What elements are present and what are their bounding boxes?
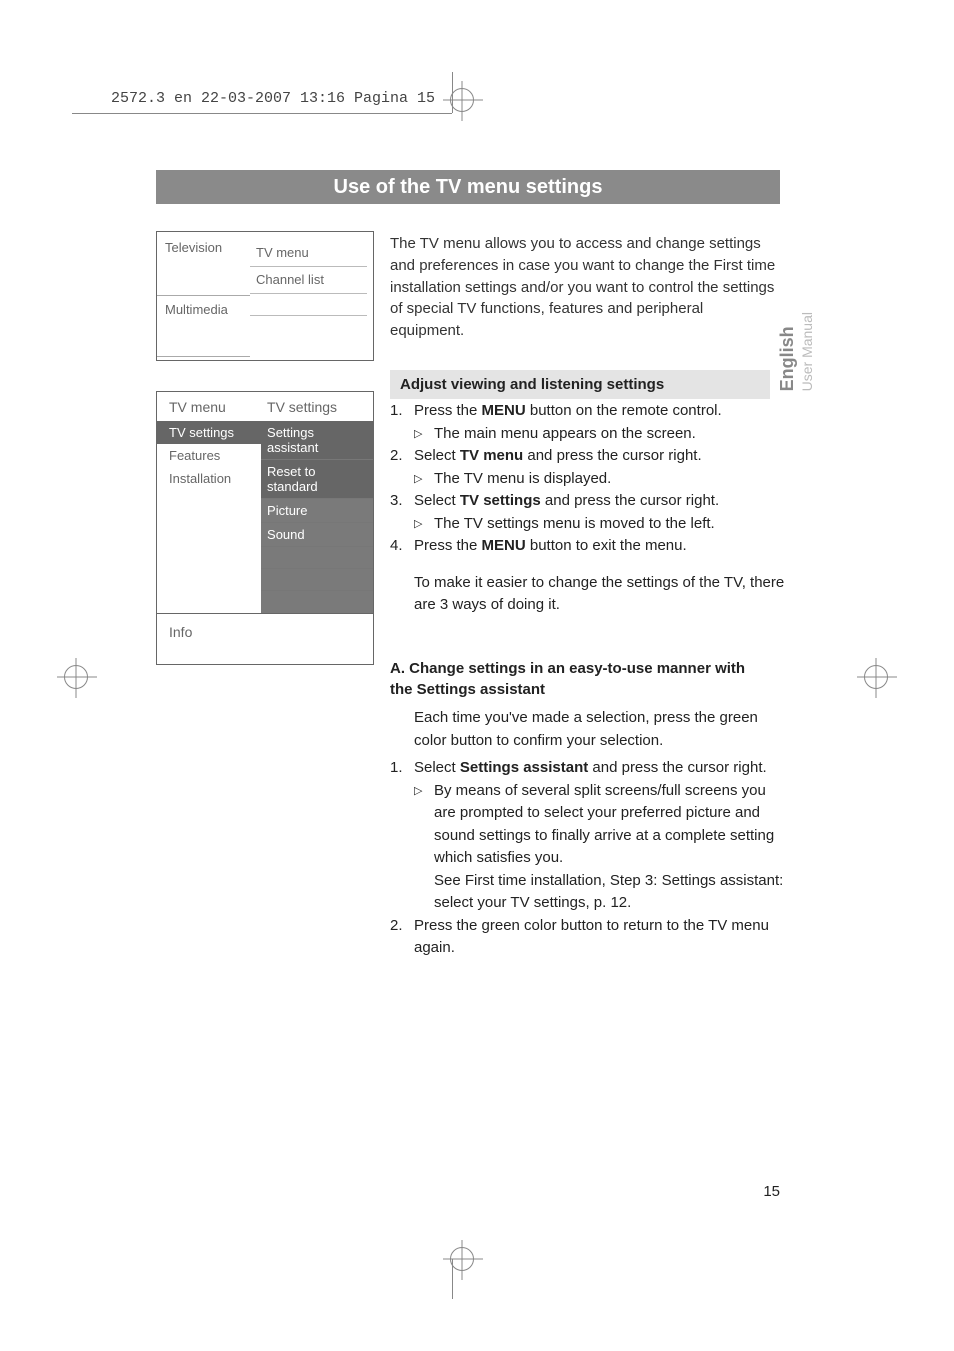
registration-mark-icon	[64, 665, 88, 689]
page-title-bar: Use of the TV menu settings	[156, 170, 780, 204]
menu2-right-header: TV settings	[261, 392, 373, 421]
registration-mark-icon	[450, 88, 474, 112]
crop-mark	[72, 113, 452, 114]
section-a-header: A. Change settings in an easy-to-use man…	[390, 658, 760, 700]
menu1-left-1: Multimedia	[157, 295, 250, 357]
menu2-left-1: Features	[157, 444, 261, 467]
section-a-intro: Each time you've made a selection, press…	[414, 707, 764, 752]
registration-mark-icon	[450, 1247, 474, 1271]
registration-mark-icon	[864, 665, 888, 689]
menu2-left-0: TV settings	[157, 421, 261, 444]
print-header: 2572.3 en 22-03-2007 13:16 Pagina 15	[111, 90, 435, 107]
menu1-blank	[250, 294, 367, 316]
menu1-right-0: TV menu	[250, 240, 367, 267]
tv-menu-illustration-2: TV menu TV settings Features Installatio…	[156, 391, 374, 665]
page-title: Use of the TV menu settings	[334, 176, 603, 199]
menu2-right-3: Sound	[261, 523, 373, 547]
menu1-left-0: Television	[157, 232, 250, 259]
menu2-left-header: TV menu	[157, 392, 261, 421]
intro-paragraph: The TV menu allows you to access and cha…	[390, 233, 780, 342]
section-adjust-header: Adjust viewing and listening settings	[390, 370, 770, 399]
menu2-right-2: Picture	[261, 499, 373, 523]
menu2-right-1: Reset to standard	[261, 460, 373, 499]
menu2-blank	[261, 547, 373, 569]
menu2-blank	[261, 569, 373, 591]
instructions-section-a: 1.Select Settings assistant and press th…	[390, 757, 785, 960]
page-number: 15	[763, 1183, 780, 1200]
menu2-info: Info	[157, 613, 373, 664]
side-tab: EnglishUser Manual	[778, 312, 818, 391]
instructions-adjust: 1.Press the MENU button on the remote co…	[390, 400, 785, 617]
tv-menu-illustration-1: Television Multimedia TV menu Channel li…	[156, 231, 374, 361]
crop-mark	[452, 1259, 453, 1299]
menu2-left-2: Installation	[157, 467, 261, 490]
menu1-blank	[250, 316, 367, 338]
menu1-right-1: Channel list	[250, 267, 367, 294]
menu2-blank	[261, 591, 373, 613]
menu2-right-0: Settings assistant	[261, 421, 373, 460]
